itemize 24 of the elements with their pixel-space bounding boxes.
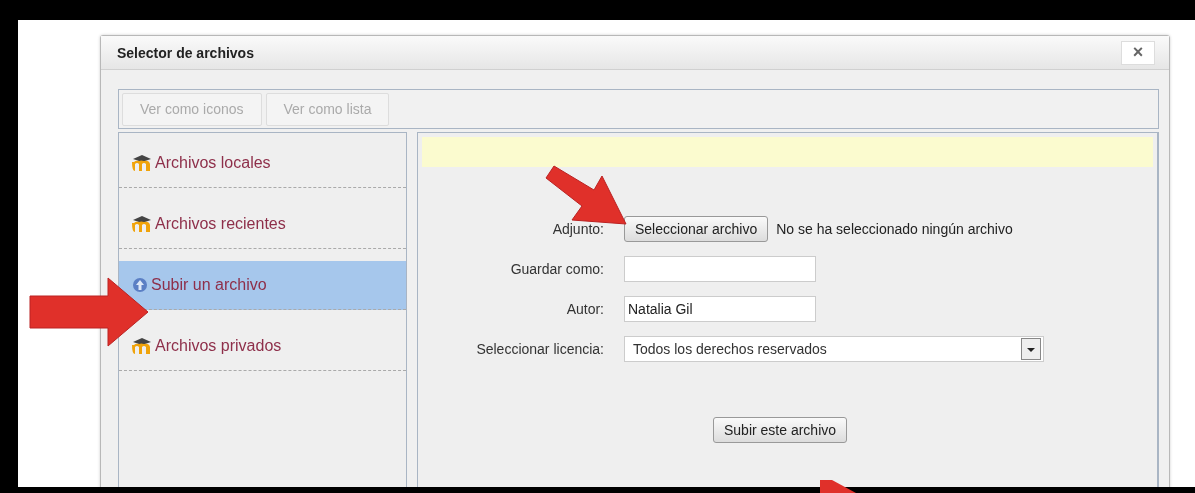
upload-button[interactable]: Subir este archivo bbox=[712, 417, 848, 443]
moodle-logo-icon bbox=[131, 215, 153, 233]
upload-icon bbox=[131, 276, 149, 294]
field-label: Adjunto: bbox=[552, 221, 604, 237]
moodle-logo-icon bbox=[131, 337, 153, 355]
file-status: No se ha seleccionado ningún archivo bbox=[776, 221, 1013, 237]
choose-file-button[interactable]: Seleccionar archivo bbox=[624, 216, 769, 242]
input-field[interactable] bbox=[624, 256, 816, 282]
sidebar-item-label: Subir un archivo bbox=[151, 276, 267, 294]
sidebar-item[interactable]: Archivos locales bbox=[119, 139, 406, 188]
sidebar-item[interactable]: Subir un archivo bbox=[119, 261, 406, 310]
license-dropdown[interactable]: Todos los derechos reservados bbox=[624, 336, 1044, 362]
close-button[interactable]: × bbox=[1121, 40, 1155, 65]
field-label: Guardar como: bbox=[510, 261, 604, 277]
field-label: Autor: bbox=[566, 301, 604, 317]
sidebar-item-label: Archivos recientes bbox=[155, 215, 286, 233]
moodle-logo-icon bbox=[131, 154, 153, 172]
sidebar-item-label: Archivos privados bbox=[155, 337, 282, 355]
field-label: Seleccionar licencia: bbox=[476, 341, 604, 357]
sidebar-item[interactable]: Archivos recientes bbox=[119, 200, 406, 249]
annotation-arrow bbox=[818, 478, 858, 493]
dialog-title: Selector de archivos bbox=[117, 44, 254, 61]
input-field[interactable]: Natalia Gil bbox=[624, 296, 816, 322]
sidebar-item-label: Archivos locales bbox=[155, 154, 271, 172]
